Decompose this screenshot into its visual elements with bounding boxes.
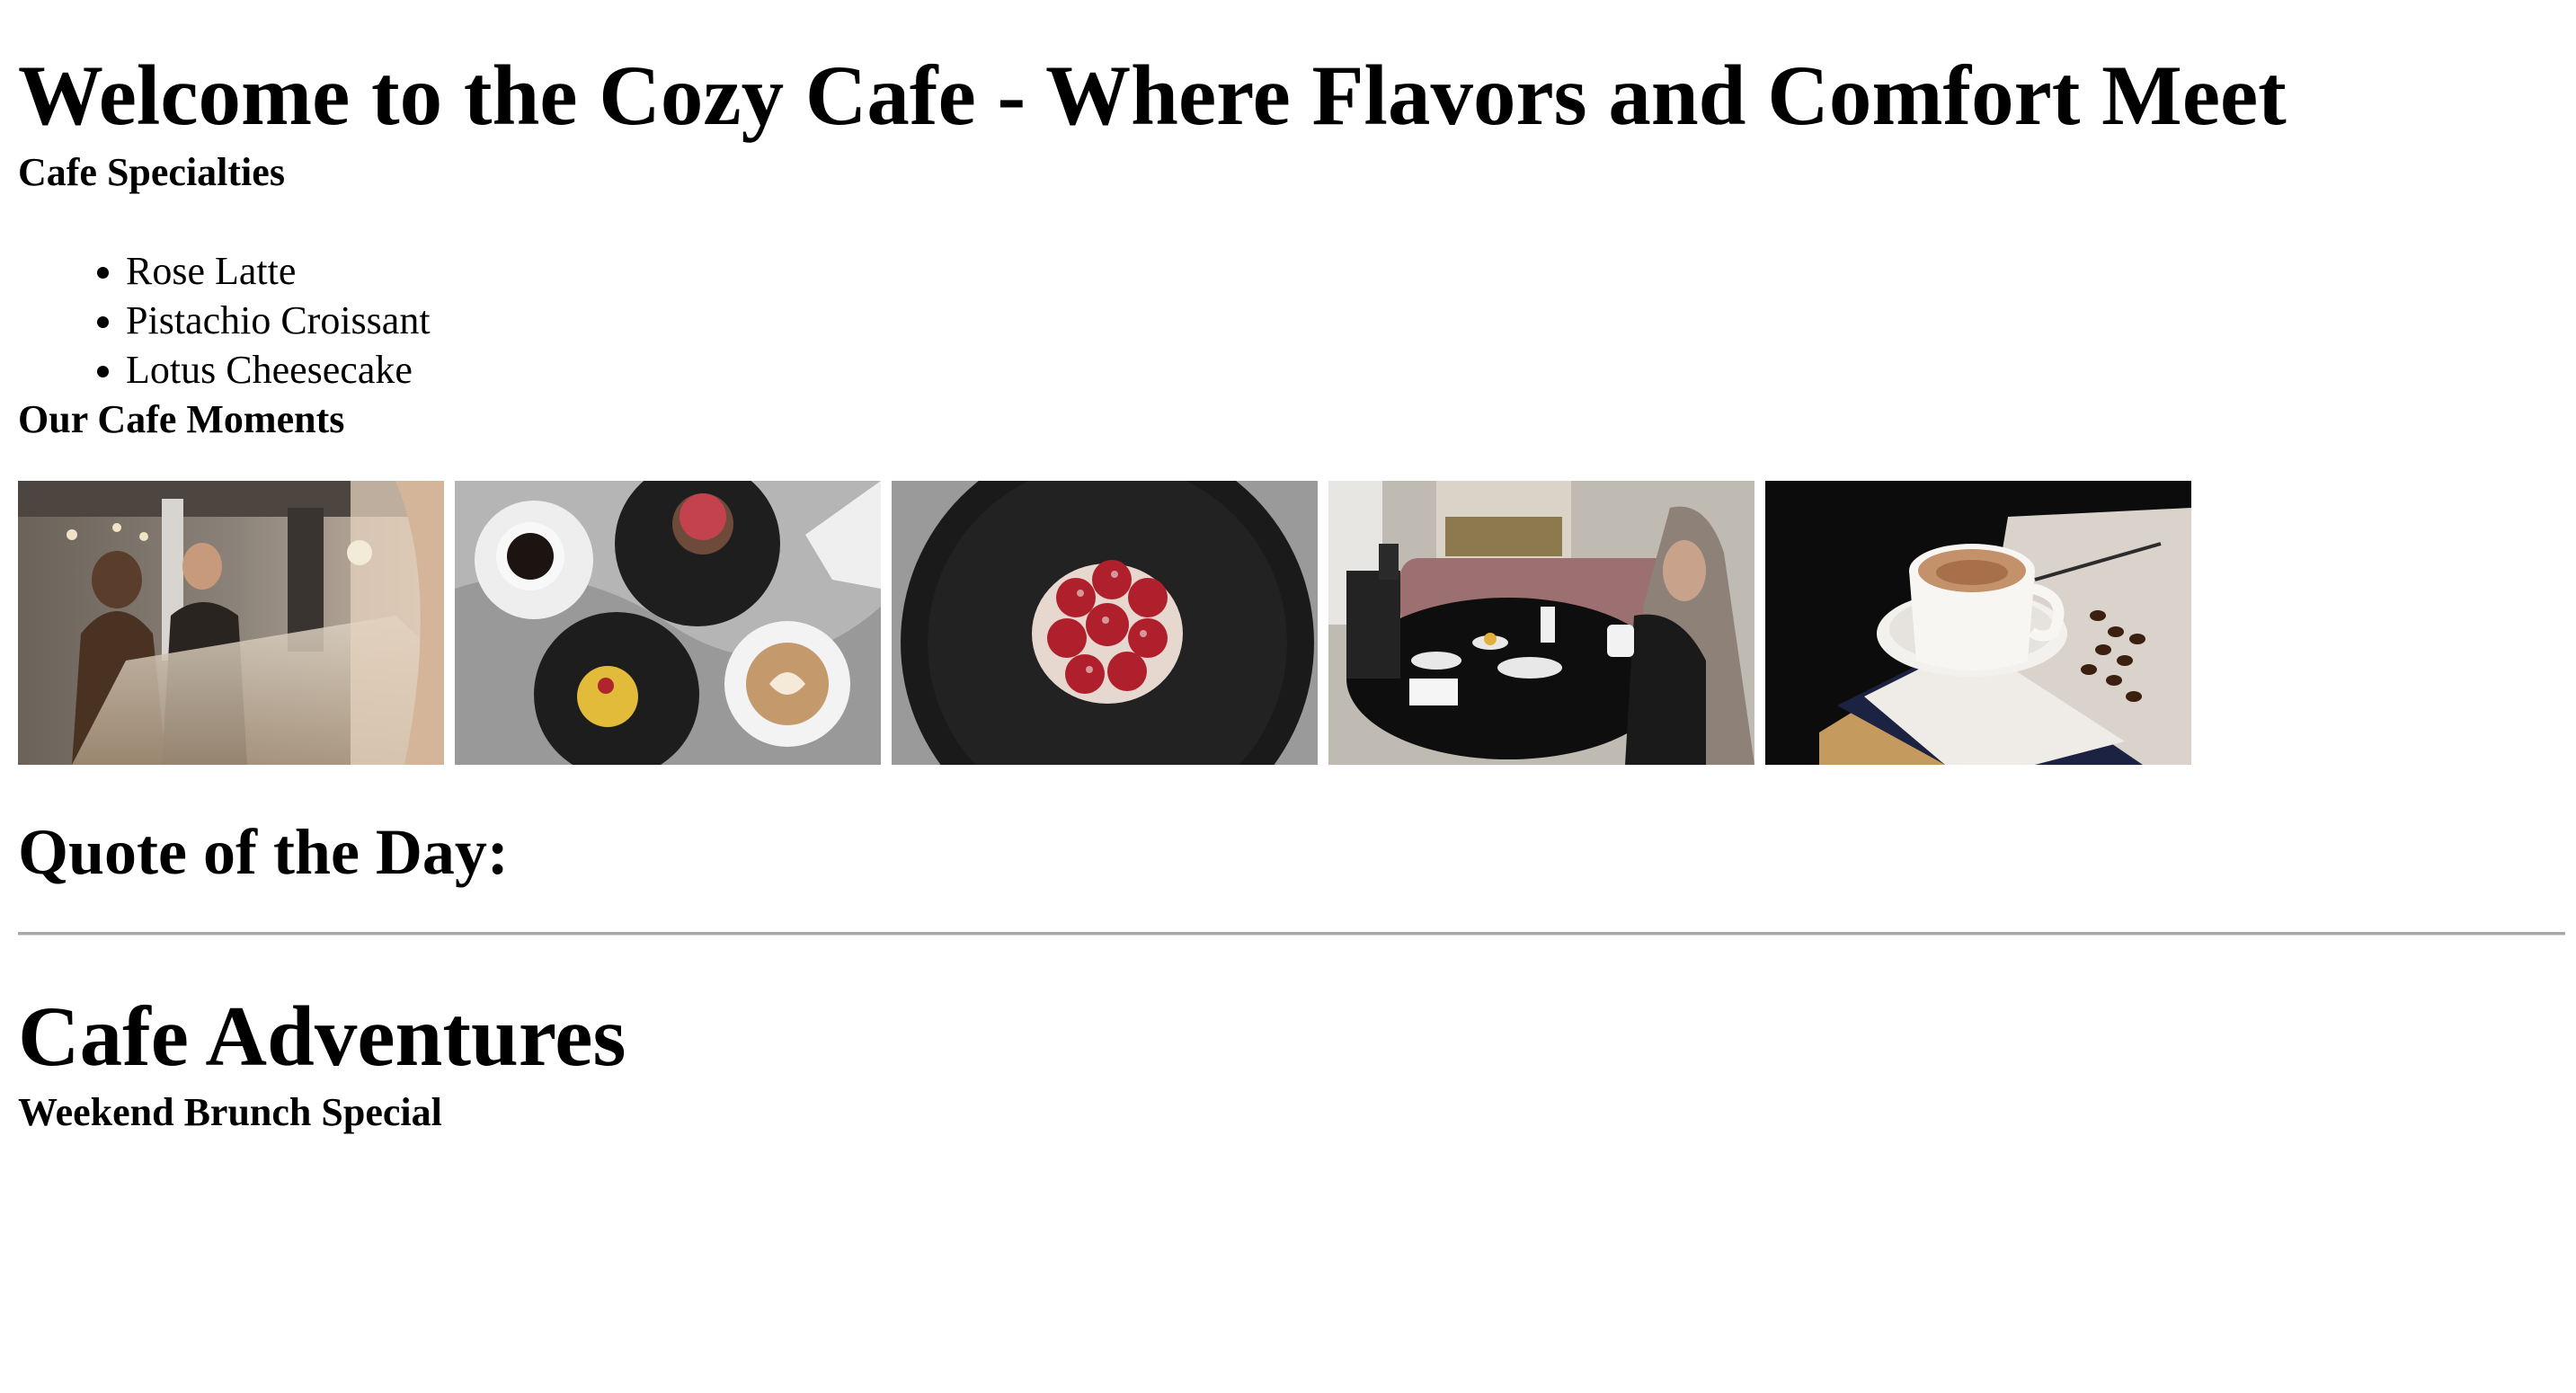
- page: Welcome to the Cozy Cafe - Where Flavors…: [0, 0, 2576, 1393]
- list-item: Rose Latte: [97, 246, 2576, 296]
- list-item-label: Pistachio Croissant: [126, 298, 431, 342]
- divider: [18, 932, 2565, 935]
- bullet-icon: [97, 267, 109, 279]
- list-item: Pistachio Croissant: [97, 296, 2576, 345]
- quote-heading: Quote of the Day:: [18, 816, 509, 888]
- list-item-label: Lotus Cheesecake: [126, 348, 413, 392]
- couple-at-pastry-counter-photo: [18, 481, 444, 765]
- adventures-title: Cafe Adventures: [18, 989, 626, 1084]
- bullet-icon: [97, 366, 109, 377]
- bullet-icon: [97, 316, 109, 328]
- page-title: Welcome to the Cozy Cafe - Where Flavors…: [18, 48, 2287, 143]
- women-at-cafe-table-photo: [1328, 481, 1754, 765]
- moments-heading: Our Cafe Moments: [18, 397, 345, 441]
- specialties-heading: Cafe Specialties: [18, 150, 285, 194]
- list-item: Lotus Cheesecake: [97, 345, 2576, 395]
- brunch-heading: Weekend Brunch Special: [18, 1090, 442, 1134]
- raspberry-tart-photo: [892, 481, 1318, 765]
- photo-gallery: [18, 481, 2576, 765]
- coffee-and-desserts-flatlay-photo: [455, 481, 881, 765]
- list-item-label: Rose Latte: [126, 249, 297, 293]
- cappuccino-with-beans-photo: [1765, 481, 2191, 765]
- specialties-list: Rose Latte Pistachio Croissant Lotus Che…: [18, 246, 2576, 395]
